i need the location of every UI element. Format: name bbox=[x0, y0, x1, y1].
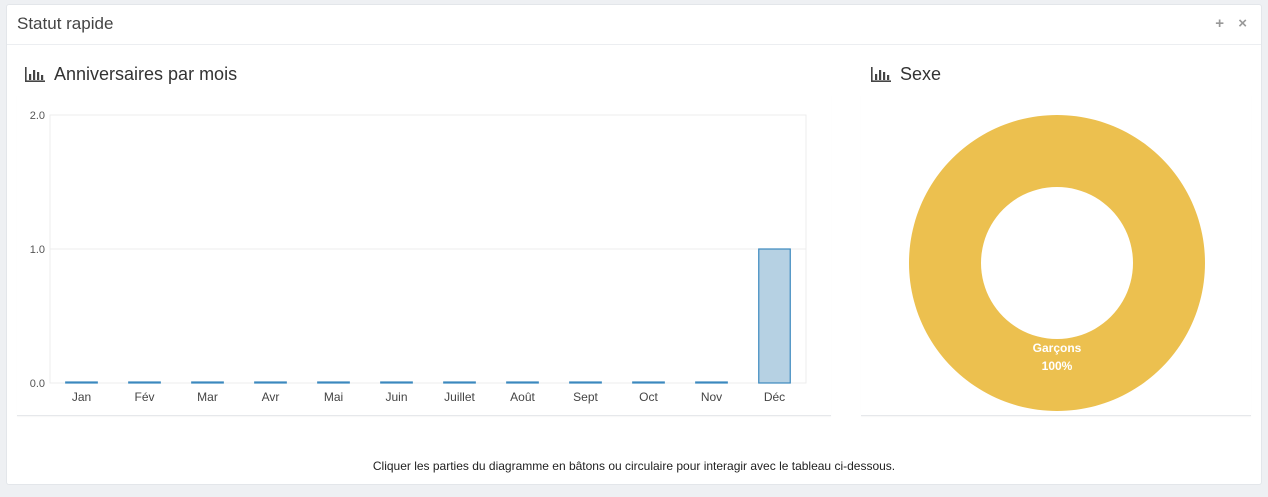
x-tick-label: Déc bbox=[764, 390, 785, 404]
donut-chart[interactable]: Garçons 100% bbox=[861, 95, 1251, 416]
y-tick-label: 2.0 bbox=[30, 110, 45, 122]
bar-juillet[interactable] bbox=[443, 381, 476, 384]
bar-déc[interactable] bbox=[758, 248, 791, 384]
slice-percent: 100% bbox=[1042, 359, 1073, 373]
gender-chart-title-text: Sexe bbox=[900, 64, 942, 84]
x-tick-label: Juin bbox=[385, 390, 407, 404]
expand-icon[interactable]: + bbox=[1215, 15, 1224, 32]
x-tick-label: Sept bbox=[573, 390, 598, 404]
gender-chart-title: Sexe bbox=[871, 64, 941, 85]
x-tick-label: Mai bbox=[324, 390, 343, 404]
panel-header: Statut rapide + × bbox=[7, 5, 1261, 45]
panel-tools: + × bbox=[1205, 15, 1247, 32]
bar-nov[interactable] bbox=[695, 381, 728, 384]
bar-jan[interactable] bbox=[65, 381, 98, 384]
bar-chart[interactable]: 0.0 1.0 2.0 Jan Fév Mar Avr Mai Juin Juillet Août S… bbox=[17, 95, 831, 416]
bar-mar[interactable] bbox=[191, 381, 224, 384]
x-tick-label: Avr bbox=[262, 390, 280, 404]
bar-juin[interactable] bbox=[380, 381, 413, 384]
bar-chart-card: 0.0 1.0 2.0 Jan Fév Mar Avr Mai Juin Juillet Août S… bbox=[17, 95, 831, 416]
close-icon[interactable]: × bbox=[1238, 15, 1247, 32]
x-tick-label: Mar bbox=[197, 390, 218, 404]
x-tick-label: Août bbox=[510, 390, 535, 404]
bar-août[interactable] bbox=[506, 381, 539, 384]
x-tick-label: Juillet bbox=[444, 390, 475, 404]
slice-label: Garçons bbox=[1033, 341, 1082, 355]
bar-chart-icon bbox=[871, 67, 891, 82]
x-tick-label: Nov bbox=[701, 390, 722, 404]
donut-chart-card: Garçons 100% bbox=[861, 95, 1251, 416]
chart-interaction-hint: Cliquer les parties du diagramme en bâto… bbox=[372, 459, 896, 473]
bar-sept[interactable] bbox=[569, 381, 602, 384]
x-tick-label: Fév bbox=[134, 390, 154, 404]
bar-mai[interactable] bbox=[317, 381, 350, 384]
panel-title: Statut rapide bbox=[17, 14, 114, 33]
y-tick-label: 0.0 bbox=[30, 378, 45, 390]
birthdays-chart-title: Anniversaires par mois bbox=[25, 64, 237, 85]
bar-oct[interactable] bbox=[632, 381, 665, 384]
quick-status-panel: Statut rapide + × Anniversaires par mois… bbox=[6, 4, 1262, 485]
y-tick-label: 1.0 bbox=[30, 244, 45, 256]
x-tick-label: Oct bbox=[639, 390, 658, 404]
bar-avr[interactable] bbox=[254, 381, 287, 384]
birthdays-chart-title-text: Anniversaires par mois bbox=[54, 64, 238, 84]
x-tick-label: Jan bbox=[72, 390, 91, 404]
bar-chart-icon bbox=[25, 67, 45, 82]
bar-fév[interactable] bbox=[128, 381, 161, 384]
